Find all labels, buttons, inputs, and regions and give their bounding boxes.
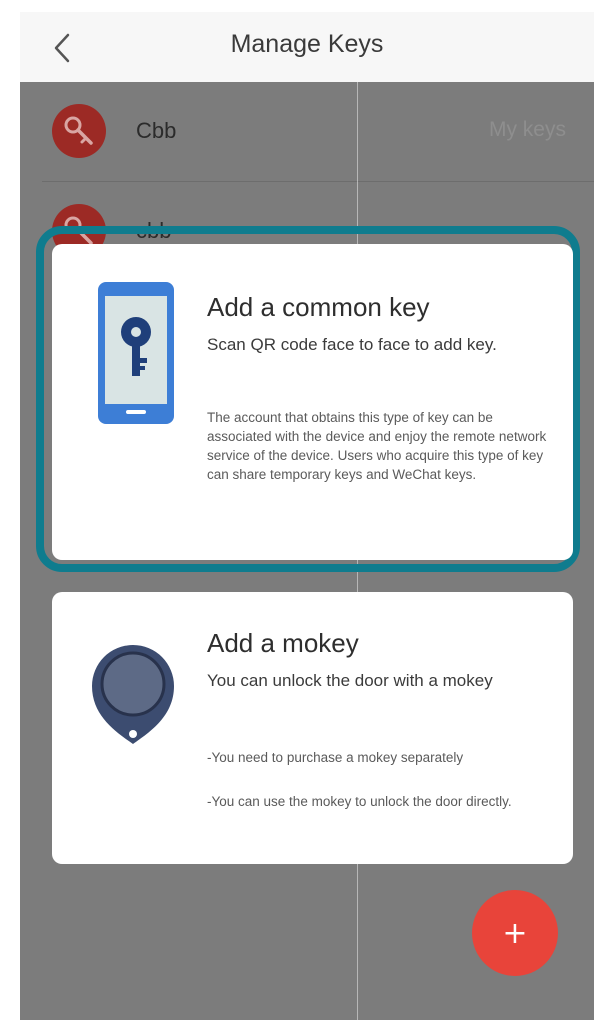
app-screen: Manage Keys Cbb My keys cbb Add a common… (20, 12, 594, 1020)
page-title: Manage Keys (230, 30, 384, 58)
add-mokey-card[interactable]: Add a mokey You can unlock the door with… (52, 592, 573, 864)
phone-key-icon (96, 280, 176, 431)
add-common-key-card[interactable]: Add a common key Scan QR code face to fa… (52, 244, 573, 560)
card-title: Add a common key (207, 292, 430, 322)
card-description: The account that obtains this type of ke… (207, 410, 547, 482)
key-icon (64, 116, 93, 145)
mokey-fob-icon (86, 636, 180, 753)
add-button[interactable]: + (472, 890, 558, 976)
card-title: Add a mokey (207, 628, 359, 658)
key-avatar (52, 104, 106, 158)
key-name: Cbb (136, 118, 177, 143)
card-subtitle: Scan QR code face to face to add key. (207, 335, 497, 354)
plus-icon: + (502, 915, 528, 951)
card-note: -You need to purchase a mokey separately (207, 750, 464, 765)
card-subtitle: You can unlock the door with a mokey (207, 671, 493, 690)
nav-bar: Manage Keys (20, 12, 594, 82)
card-note: -You can use the mokey to unlock the doo… (207, 794, 512, 809)
my-keys-label: My keys (488, 118, 566, 141)
key-list-item[interactable]: Cbb My keys (20, 82, 594, 182)
